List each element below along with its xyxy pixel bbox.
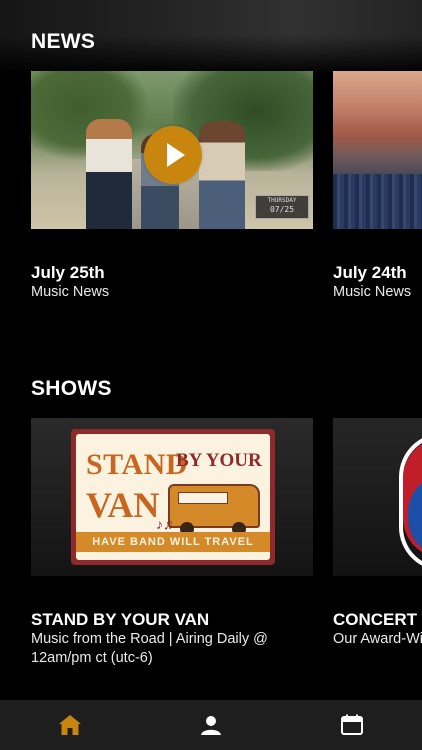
logo-text-van: VAN [86,485,160,525]
news-thumbnail[interactable]: THURSDAY 07/25 [31,71,313,229]
logo-text-by-your: BY YOUR [176,450,262,471]
shows-section-title: SHOWS [31,377,112,400]
date-badge-date: 07/25 [269,205,295,214]
show-card-title: CONCERT [333,610,418,629]
show-card-subtitle: Our Award-Winning Live Music Series [333,631,422,647]
stand-by-your-van-logo: STAND BY YOUR VAN ♪♫ HAVE BAND WILL TRAV… [71,429,275,565]
calendar-icon [340,714,363,735]
play-button-icon[interactable] [144,126,202,184]
show-thumbnail[interactable] [333,418,422,576]
person-figure [199,121,245,229]
show-card-subtitle: Music from the Road | Airing Daily @ 12a… [31,631,268,666]
news-thumbnail[interactable] [333,71,422,229]
logo-text-stand: STAND [86,448,188,481]
logo-tagline: HAVE BAND WILL TRAVEL [76,532,270,552]
date-badge-day: THURSDAY [267,197,297,204]
person-icon [200,716,221,735]
news-card-title: July 24th [333,263,407,282]
show-card-title: STAND BY YOUR VAN [31,610,210,629]
news-section-title: NEWS [31,30,96,53]
person-figure [86,119,132,229]
tab-home[interactable] [40,700,100,750]
news-carousel[interactable]: THURSDAY 07/25 July 25th Music News July… [31,71,422,301]
news-card[interactable]: THURSDAY 07/25 July 25th Music News [31,71,313,301]
shows-carousel[interactable]: STAND BY YOUR VAN ♪♫ HAVE BAND WILL TRAV… [31,418,422,668]
show-card[interactable]: STAND BY YOUR VAN ♪♫ HAVE BAND WILL TRAV… [31,418,313,668]
music-notes-icon: ♪♫ [156,516,174,532]
tab-schedule[interactable] [322,700,382,750]
show-thumbnail[interactable]: STAND BY YOUR VAN ♪♫ HAVE BAND WILL TRAV… [31,418,313,576]
van-icon [168,484,260,536]
tab-profile[interactable] [181,700,241,750]
news-card-title: July 25th [31,263,105,282]
news-card-subtitle: Music News [333,284,412,300]
shield-outline [399,433,422,571]
show-card[interactable]: CONCERT Our Award-Winning Live Music Ser… [333,418,422,649]
crowd-shape [333,174,422,229]
home-icon [59,715,82,735]
tab-bar [0,700,422,750]
date-badge: THURSDAY 07/25 [255,195,309,219]
news-card-subtitle: Music News [31,284,110,300]
news-card[interactable]: July 24th Music News [333,71,422,301]
